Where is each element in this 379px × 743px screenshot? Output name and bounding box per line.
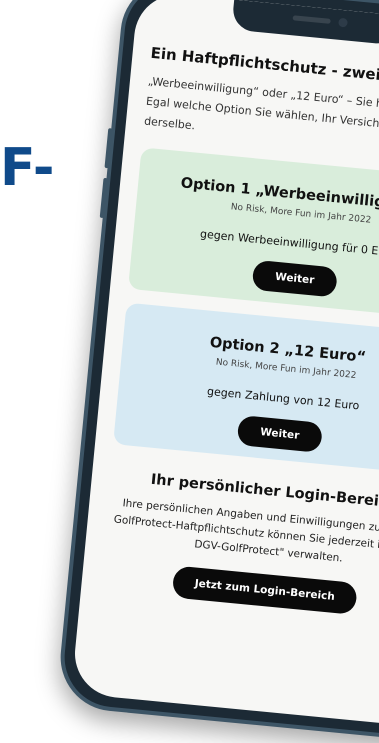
- brand-logo-fragment: F-: [0, 138, 55, 198]
- option-card-12-euro: Option 2 „12 Euro“ No Risk, More Fun im …: [113, 302, 379, 476]
- phone-screen: Ein Haftpflichtschutz - zwei Optionen „W…: [70, 0, 379, 728]
- speaker-grille: [292, 15, 331, 24]
- option-2-weiter-button[interactable]: Weiter: [236, 415, 323, 453]
- option-description: gegen Zahlung von 12 Euro: [206, 384, 360, 413]
- login-button-wrapper: Jetzt zum Login-Bereich: [99, 558, 379, 621]
- page-content: Ein Haftpflichtschutz - zwei Optionen „W…: [99, 44, 379, 622]
- phone-mockup: Ein Haftpflichtschutz - zwei Optionen „W…: [55, 0, 379, 743]
- phone-volume-up-button: [104, 128, 113, 169]
- phone-volume-down-button: [99, 177, 108, 219]
- option-card-werbeeinwilligung: Option 1 „Werbeeinwilligung“ No Risk, Mo…: [128, 147, 379, 321]
- front-camera-icon: [338, 17, 348, 28]
- login-button[interactable]: Jetzt zum Login-Bereich: [171, 565, 359, 615]
- option-1-weiter-button[interactable]: Weiter: [251, 259, 338, 298]
- phone-notch: [231, 0, 379, 46]
- intro-text: „Werbeeinwilligung“ oder „12 Euro“ – Sie…: [143, 74, 379, 139]
- option-description: gegen Werbeeinwilligung für 0 Euro: [199, 227, 379, 260]
